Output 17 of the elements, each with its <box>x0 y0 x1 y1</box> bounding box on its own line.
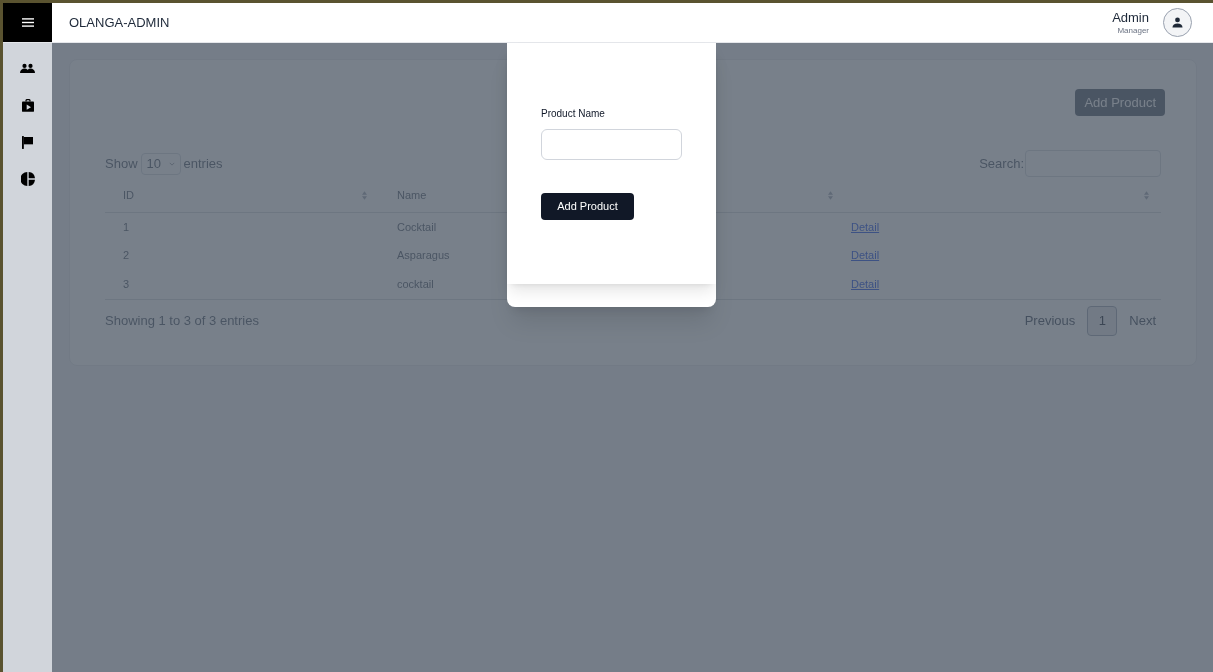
user-role: Manager <box>1117 25 1149 36</box>
add-product-button[interactable]: Add Product <box>541 193 634 220</box>
flag-icon <box>22 135 33 149</box>
app-title: OLANGA-ADMIN <box>69 13 170 32</box>
product-name-field[interactable] <box>541 129 682 160</box>
field-label: Product Name <box>541 107 606 121</box>
menu-icon <box>21 18 34 27</box>
user-icon <box>1172 17 1183 28</box>
briefcase-icon <box>21 98 34 112</box>
detail-link[interactable]: Detail <box>851 249 880 262</box>
user-name: Admin <box>1112 9 1149 26</box>
detail-link[interactable]: Detail <box>851 278 880 290</box>
menu-button[interactable] <box>3 3 52 42</box>
pie-chart-icon <box>20 172 35 186</box>
detail-link[interactable]: Detail <box>851 220 880 233</box>
avatar-button[interactable] <box>1163 8 1192 37</box>
people-icon <box>20 62 35 74</box>
